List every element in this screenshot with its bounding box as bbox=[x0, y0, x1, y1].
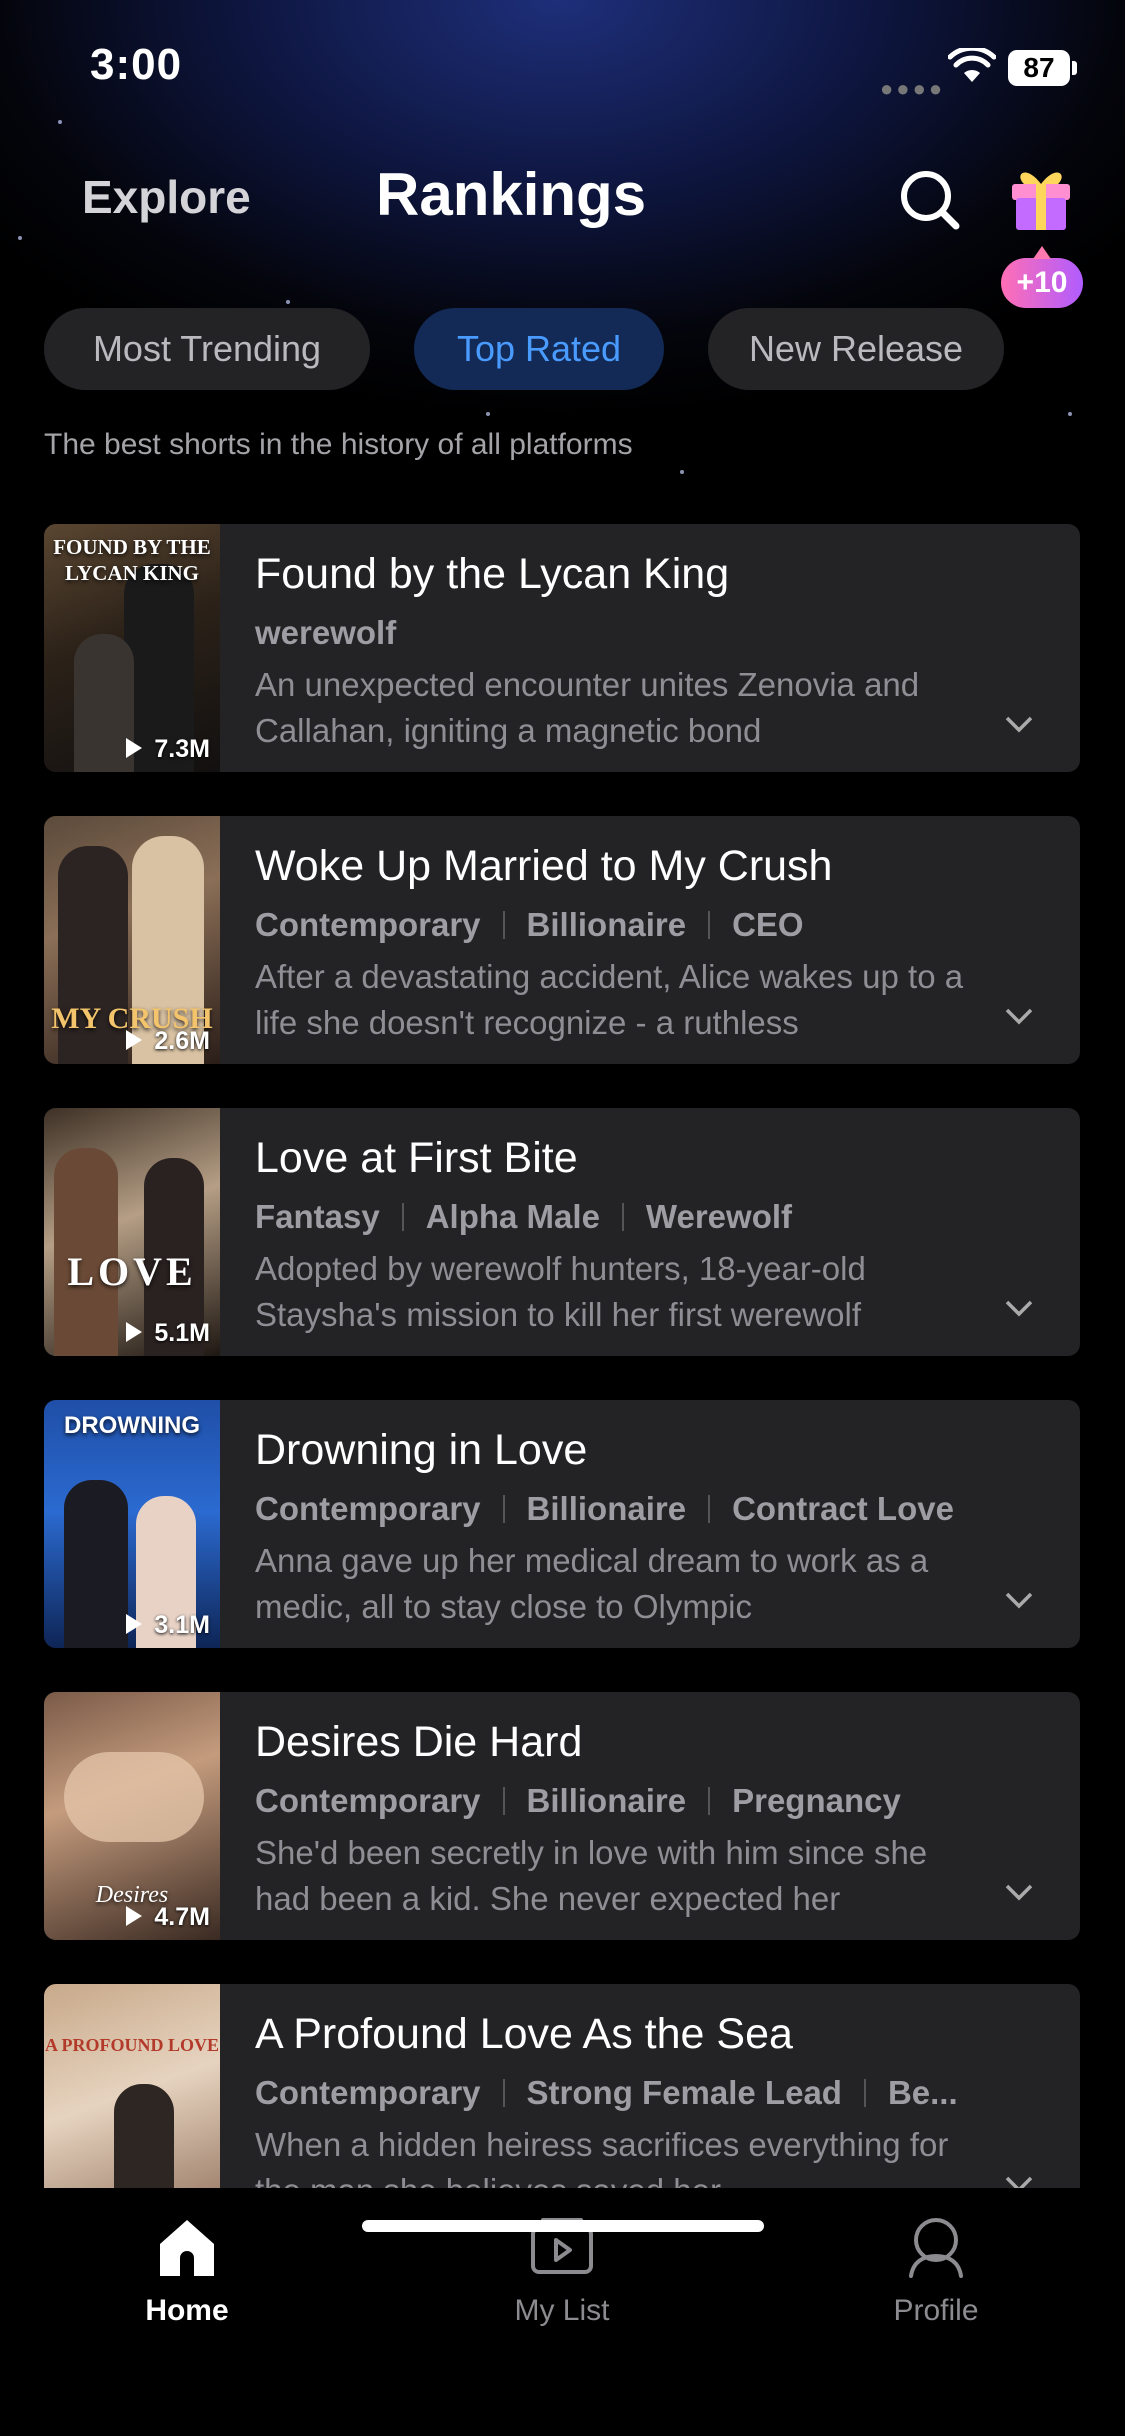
chevron-down-icon[interactable] bbox=[1004, 714, 1034, 734]
item-title: Love at First Bite bbox=[255, 1134, 578, 1182]
list-item[interactable]: DROWNING 3.1M Drowning in Love Contempor… bbox=[44, 1400, 1080, 1648]
chevron-down-icon[interactable] bbox=[1004, 1006, 1034, 1026]
home-indicator[interactable] bbox=[362, 2220, 764, 2232]
chevron-down-icon[interactable] bbox=[1004, 1882, 1034, 1902]
item-description: After a devastating accident, Alice wake… bbox=[255, 958, 964, 1041]
explore-tab[interactable]: Explore bbox=[82, 170, 251, 224]
item-tags: Fantasy Alpha Male Werewolf bbox=[255, 1198, 793, 1235]
status-bar: 3:00 ●●●● 87 bbox=[0, 0, 1125, 140]
item-title: A Profound Love As the Sea bbox=[255, 2010, 793, 2058]
chevron-down-icon[interactable] bbox=[1004, 2174, 1034, 2188]
ranking-subtitle: The best shorts in the history of all pl… bbox=[44, 428, 633, 461]
item-title: Desires Die Hard bbox=[255, 1718, 583, 1766]
star bbox=[486, 412, 490, 416]
play-icon bbox=[126, 738, 143, 758]
view-count: 3.1M bbox=[126, 1611, 210, 1640]
home-icon bbox=[160, 2220, 214, 2276]
view-count: 7.3M bbox=[126, 735, 210, 764]
cellular-signal-icon: ●●●● bbox=[880, 76, 946, 101]
item-title: Drowning in Love bbox=[255, 1426, 588, 1474]
item-title: Found by the Lycan King bbox=[255, 550, 730, 598]
tab-new-release[interactable]: New Release bbox=[708, 308, 1004, 390]
nav-my-list-label: My List bbox=[514, 2294, 610, 2327]
list-item[interactable]: A PROFOUND LOVE A Profound Love As the S… bbox=[44, 1984, 1080, 2188]
item-description: Adopted by werewolf hunters, 18-year-old… bbox=[255, 1250, 866, 1333]
list-item[interactable]: LOVE 5.1M Love at First Bite Fantasy Alph… bbox=[44, 1108, 1080, 1356]
poster-title: LOVE bbox=[67, 1249, 197, 1294]
nav-home-label: Home bbox=[145, 2294, 229, 2327]
profile-icon bbox=[909, 2218, 963, 2278]
item-title: Woke Up Married to My Crush bbox=[255, 842, 833, 890]
gift-icon[interactable] bbox=[1006, 160, 1076, 234]
nav-home[interactable]: Home bbox=[87, 2214, 287, 2328]
item-tags: werewolf bbox=[255, 614, 397, 651]
play-icon bbox=[126, 1030, 143, 1050]
item-description: When a hidden heiress sacrifices everyth… bbox=[255, 2126, 949, 2188]
chevron-down-icon[interactable] bbox=[1004, 1298, 1034, 1318]
item-description: She'd been secretly in love with him sin… bbox=[255, 1834, 928, 1917]
list-item[interactable]: Desires 4.7M Desires Die Hard Contempora… bbox=[44, 1692, 1080, 1940]
item-description: An unexpected encounter unites Zenovia a… bbox=[255, 666, 920, 749]
play-icon bbox=[126, 1614, 143, 1634]
battery-cap bbox=[1072, 61, 1077, 75]
tab-top-rated[interactable]: Top Rated bbox=[414, 308, 664, 390]
page-title: Rankings bbox=[376, 161, 647, 228]
poster-image: DROWNING 3.1M bbox=[44, 1400, 220, 1648]
view-count: 2.6M bbox=[126, 1027, 210, 1056]
play-icon bbox=[126, 1322, 143, 1342]
list-item[interactable]: MY CRUSH 2.6M Woke Up Married to My Crus… bbox=[44, 816, 1080, 1064]
play-icon bbox=[126, 1906, 143, 1926]
item-tags: Contemporary Billionaire Contract Love bbox=[255, 1490, 954, 1527]
poster-title: DROWNING bbox=[64, 1412, 200, 1439]
battery-icon: 87 bbox=[1008, 50, 1070, 86]
nav-profile-label: Profile bbox=[893, 2294, 979, 2327]
star bbox=[1068, 412, 1072, 416]
status-time: 3:00 bbox=[90, 40, 183, 89]
nav-profile[interactable]: Profile bbox=[836, 2214, 1036, 2328]
item-description: Anna gave up her medical dream to work a… bbox=[255, 1542, 929, 1625]
gift-badge: +10 bbox=[1001, 246, 1083, 308]
poster-title: A PROFOUND LOVE bbox=[44, 2035, 219, 2055]
poster-image: MY CRUSH 2.6M bbox=[44, 816, 220, 1064]
search-icon[interactable] bbox=[896, 166, 964, 234]
item-tags: Contemporary Billionaire CEO bbox=[255, 906, 804, 943]
item-tags: Contemporary Strong Female Lead Be... bbox=[255, 2074, 958, 2111]
star bbox=[680, 470, 684, 474]
ranking-list[interactable]: FOUND BY THE LYCAN KING 7.3M Found by th… bbox=[0, 520, 1125, 2188]
item-tags: Contemporary Billionaire Pregnancy bbox=[255, 1782, 901, 1819]
wifi-icon bbox=[948, 48, 996, 82]
star bbox=[18, 236, 22, 240]
view-count: 5.1M bbox=[126, 1319, 210, 1348]
chevron-down-icon[interactable] bbox=[1004, 1590, 1034, 1610]
list-item[interactable]: FOUND BY THE LYCAN KING 7.3M Found by th… bbox=[44, 524, 1080, 772]
poster-image: LOVE 5.1M bbox=[44, 1108, 220, 1356]
poster-image: FOUND BY THE LYCAN KING 7.3M bbox=[44, 524, 220, 772]
star bbox=[286, 300, 290, 304]
tab-most-trending[interactable]: Most Trending bbox=[44, 308, 370, 390]
view-count: 4.7M bbox=[126, 1903, 210, 1932]
poster-image: Desires 4.7M bbox=[44, 1692, 220, 1940]
poster-image: A PROFOUND LOVE bbox=[44, 1984, 220, 2188]
poster-title: FOUND BY THE LYCAN KING bbox=[53, 535, 211, 585]
